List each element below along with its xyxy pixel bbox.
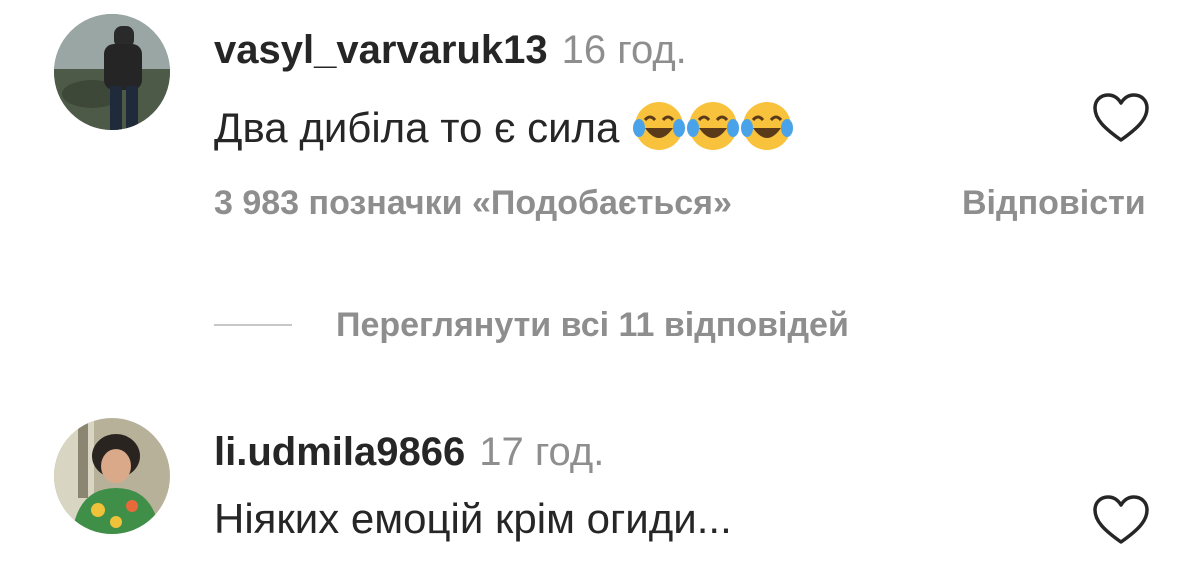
avatar[interactable] [54, 418, 170, 534]
timestamp[interactable]: 16 год. [562, 28, 687, 72]
comment-text: Ніяких емоцій крім огиди... [214, 498, 732, 540]
comment-header: vasyl_varvaruk13 16 год. [214, 30, 687, 70]
view-replies-button[interactable]: Переглянути всі 11 відповідей [214, 308, 849, 342]
avatar[interactable] [54, 14, 170, 130]
divider-line [214, 324, 292, 326]
comment-text: Два дибіла то є сила [214, 98, 795, 154]
timestamp[interactable]: 17 год. [479, 430, 604, 474]
comment-text-content: Два дибіла то є сила [214, 104, 620, 151]
heart-icon[interactable] [1092, 494, 1150, 546]
like-count[interactable]: 3 983 позначки «Подобається» [214, 186, 732, 220]
heart-icon[interactable] [1092, 92, 1150, 144]
comment-header: li.udmila9866 17 год. [214, 432, 604, 472]
reply-button[interactable]: Відповісти [962, 186, 1146, 220]
username[interactable]: li.udmila9866 [214, 430, 465, 474]
view-replies-label: Переглянути всі 11 відповідей [336, 306, 849, 344]
laughing-tears-icon [741, 102, 794, 150]
comment-text-content: Ніяких емоцій крім огиди... [214, 495, 732, 542]
laughing-tears-icon [687, 102, 740, 150]
username[interactable]: vasyl_varvaruk13 [214, 28, 548, 72]
laughing-tears-icon [633, 102, 686, 150]
